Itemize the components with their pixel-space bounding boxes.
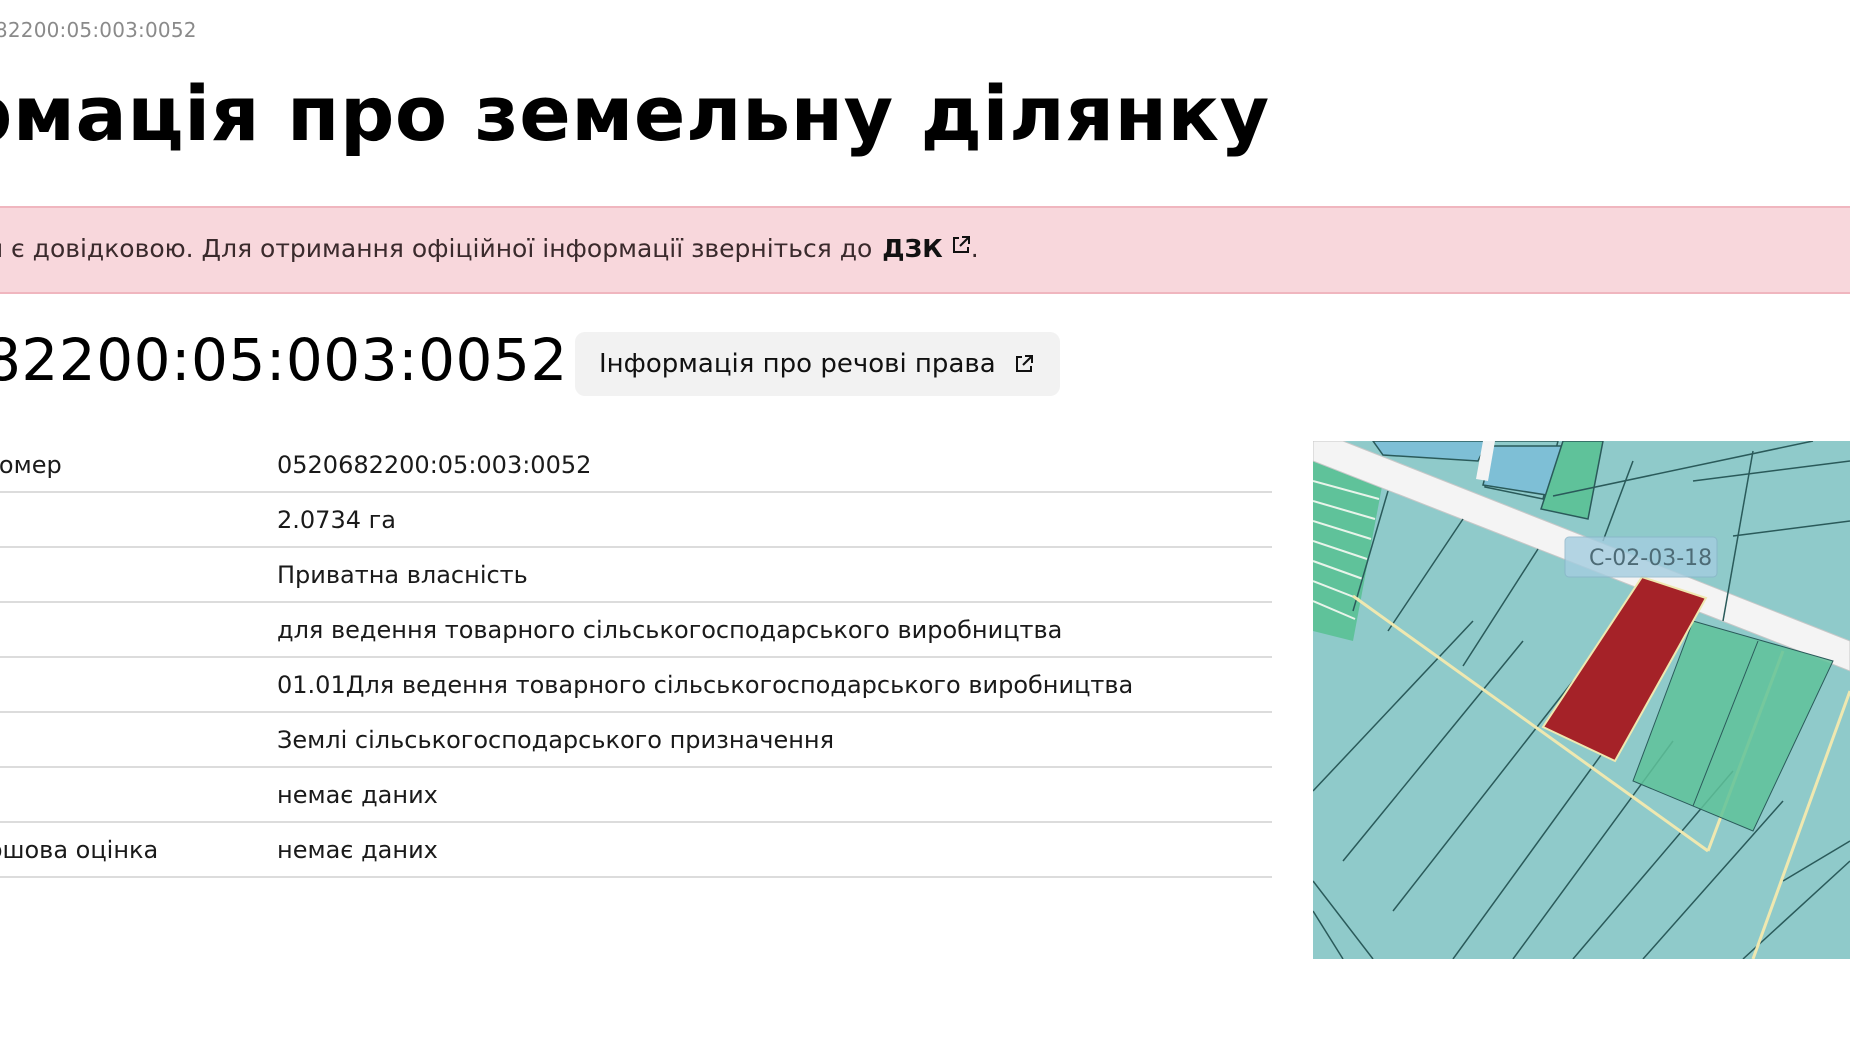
row-label xyxy=(0,767,277,823)
page: 682200:05:003:0052 рмація про земельну д… xyxy=(0,0,1850,1040)
row-label: й номер xyxy=(0,438,277,493)
row-label xyxy=(0,492,277,548)
external-link-icon xyxy=(1015,355,1033,372)
page-title: рмація про земельну ділянку xyxy=(0,69,1270,158)
info-notice-banner: я є довідковою. Для отримання офіційної … xyxy=(0,206,1850,294)
table-row: ня для ведення товарного сільськогоспода… xyxy=(0,602,1272,658)
cadastral-map-canvas[interactable]: С-02-03-18 xyxy=(1313,441,1850,959)
property-rights-button-label: Інформація про речові права xyxy=(599,349,996,379)
cadastral-map[interactable]: С-02-03-18 xyxy=(1313,441,1850,959)
row-label-text: ня xyxy=(0,616,237,644)
property-rights-button[interactable]: Інформація про речові права xyxy=(575,332,1060,396)
dzk-link[interactable]: ДЗК xyxy=(882,234,970,263)
row-value: Землі сільськогосподарського призначення xyxy=(277,712,1272,768)
road-label: С-02-03-18 xyxy=(1589,546,1712,571)
row-value: 0520682200:05:003:0052 xyxy=(277,438,1272,493)
notice-suffix: . xyxy=(970,234,979,263)
row-value: немає даних xyxy=(277,767,1272,823)
row-label xyxy=(0,712,277,768)
row-label: грошова оцінка xyxy=(0,822,277,878)
row-label: ня xyxy=(0,602,277,658)
parcel-info-table: й номер 0520682200:05:003:0052 2.0734 га… xyxy=(0,438,1272,878)
external-link-icon xyxy=(952,236,970,253)
row-value: немає даних xyxy=(277,822,1272,878)
table-row: й номер 0520682200:05:003:0052 xyxy=(0,438,1272,493)
breadcrumb: 682200:05:003:0052 xyxy=(0,18,197,42)
table-row: немає даних xyxy=(0,767,1272,823)
row-label-text: грошова оцінка xyxy=(0,835,159,864)
row-value: Приватна власність xyxy=(277,547,1272,603)
row-label: я xyxy=(0,657,277,713)
table-row: Землі сільськогосподарського призначення xyxy=(0,712,1272,768)
row-value: 01.01Для ведення товарного сільськогоспо… xyxy=(277,657,1272,713)
cadastre-number-heading: 82200:05:003:0052 xyxy=(0,326,568,394)
notice-text: я є довідковою. Для отримання офіційної … xyxy=(0,234,873,263)
table-row: Приватна власність xyxy=(0,547,1272,603)
row-label xyxy=(0,547,277,603)
row-value: 2.0734 га xyxy=(277,492,1272,548)
row-value: для ведення товарного сільськогосподарсь… xyxy=(277,602,1272,658)
table-row: я 01.01Для ведення товарного сільськогос… xyxy=(0,657,1272,713)
table-row: грошова оцінка немає даних xyxy=(0,822,1272,878)
row-label-text: я xyxy=(0,671,237,699)
dzk-link-label: ДЗК xyxy=(882,234,943,263)
table-row: 2.0734 га xyxy=(0,492,1272,548)
notice-text-line: я є довідковою. Для отримання офіційної … xyxy=(0,234,979,263)
row-label-text: й номер xyxy=(0,450,62,479)
road-label-badge: С-02-03-18 xyxy=(1564,536,1718,578)
